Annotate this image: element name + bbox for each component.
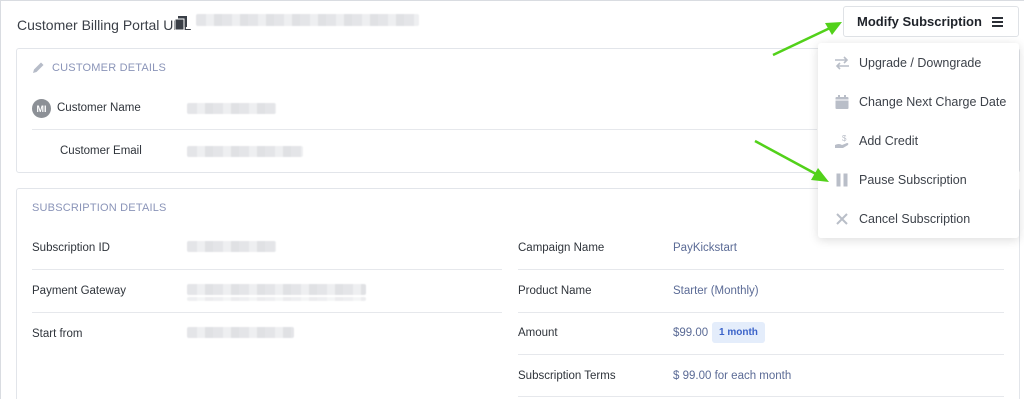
subscription-terms-label: Subscription Terms xyxy=(518,370,616,382)
product-name-value[interactable]: Starter (Monthly) xyxy=(673,285,759,297)
copy-icon[interactable] xyxy=(175,16,187,30)
annotation-arrow xyxy=(772,22,842,57)
subscription-details-title: SUBSCRIPTION DETAILS xyxy=(32,202,167,214)
close-icon xyxy=(836,212,848,225)
menu-item-label: Cancel Subscription xyxy=(859,211,971,226)
payment-gateway-redacted xyxy=(187,284,366,295)
campaign-name-label: Campaign Name xyxy=(518,242,605,254)
divider xyxy=(518,396,1004,397)
divider xyxy=(518,269,1004,270)
divider xyxy=(32,129,817,130)
customer-details-title: CUSTOMER DETAILS xyxy=(52,62,167,74)
calendar-icon xyxy=(835,94,849,109)
payment-gateway-label: Payment Gateway xyxy=(32,285,126,297)
divider xyxy=(32,312,502,313)
customer-name-label: Customer Name xyxy=(57,102,141,114)
divider xyxy=(518,354,1004,355)
subscription-terms-value: $ 99.00 for each month xyxy=(673,370,792,382)
menu-item-upgrade-downgrade[interactable]: Upgrade / Downgrade xyxy=(818,43,1019,82)
pause-icon xyxy=(836,173,848,186)
subscription-id-label: Subscription ID xyxy=(32,242,110,254)
menu-item-add-credit[interactable]: $ Add Credit xyxy=(818,121,1019,160)
divider xyxy=(518,312,1004,313)
menu-item-label: Add Credit xyxy=(859,133,919,148)
modify-subscription-menu: Upgrade / Downgrade Change Next Charge D… xyxy=(818,43,1019,238)
portal-url-label: Customer Billing Portal URL xyxy=(17,17,192,33)
amount-value: $99.00 xyxy=(673,327,709,339)
hamburger-icon xyxy=(992,17,1003,27)
product-name-label: Product Name xyxy=(518,285,592,297)
menu-item-label: Pause Subscription xyxy=(859,172,967,187)
portal-url-redacted xyxy=(196,14,419,26)
start-from-label: Start from xyxy=(32,328,83,340)
pencil-icon xyxy=(33,62,44,73)
modify-subscription-label: Modify Subscription xyxy=(857,14,982,29)
menu-item-label: Upgrade / Downgrade xyxy=(859,55,982,70)
customer-email-redacted xyxy=(187,146,303,157)
subscription-id-redacted xyxy=(187,241,276,252)
start-from-redacted xyxy=(187,327,294,338)
billing-interval-badge: 1 month xyxy=(712,322,765,343)
divider xyxy=(32,269,502,270)
amount-label: Amount xyxy=(518,327,558,339)
campaign-name-value[interactable]: PayKickstart xyxy=(673,242,737,254)
modify-subscription-button[interactable]: Modify Subscription xyxy=(843,6,1019,37)
avatar: MI xyxy=(32,99,51,118)
customer-email-label: Customer Email xyxy=(60,145,142,157)
menu-item-pause-subscription[interactable]: Pause Subscription xyxy=(818,160,1019,199)
menu-item-label: Change Next Charge Date xyxy=(859,94,1007,109)
payment-gateway-redacted-2 xyxy=(187,297,366,301)
menu-item-change-next-charge-date[interactable]: Change Next Charge Date xyxy=(818,82,1019,121)
hand-dollar-icon: $ xyxy=(835,134,849,148)
customer-name-redacted xyxy=(187,103,276,114)
annotation-arrow xyxy=(754,139,829,182)
svg-text:$: $ xyxy=(842,134,847,143)
menu-item-cancel-subscription[interactable]: Cancel Subscription xyxy=(818,199,1019,238)
